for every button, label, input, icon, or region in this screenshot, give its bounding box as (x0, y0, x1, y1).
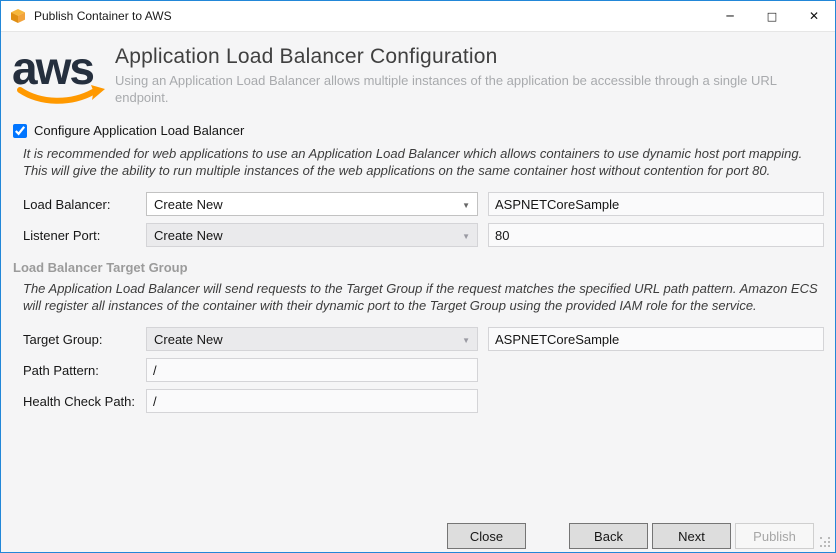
configure-alb-checkbox-row[interactable]: Configure Application Load Balancer (13, 123, 835, 138)
close-button[interactable]: Close (447, 523, 526, 549)
target-group-row: Target Group: Create New ▼ (23, 327, 835, 351)
footer-button-bar: Close Back Next Publish (447, 523, 814, 549)
target-group-name-input[interactable] (488, 327, 824, 351)
chevron-down-icon: ▼ (462, 201, 470, 210)
target-group-combo-value: Create New (154, 332, 223, 347)
publish-container-dialog: Publish Container to AWS ─ □ ✕ aws Appli… (0, 0, 836, 553)
aws-logo: aws (11, 44, 107, 108)
target-group-note: The Application Load Balancer will send … (23, 280, 821, 314)
health-check-path-row: Health Check Path: (23, 389, 835, 413)
target-group-label: Target Group: (23, 332, 146, 347)
listener-port-input[interactable] (488, 223, 824, 247)
path-pattern-label: Path Pattern: (23, 363, 146, 378)
listener-port-row: Listener Port: Create New ▼ (23, 223, 835, 247)
resize-grip[interactable] (819, 536, 831, 548)
minimize-icon[interactable]: ─ (709, 1, 751, 32)
load-balancer-label: Load Balancer: (23, 197, 146, 212)
load-balancer-name-input[interactable] (488, 192, 824, 216)
target-group-combobox: Create New ▼ (146, 327, 478, 351)
configure-alb-label: Configure Application Load Balancer (34, 123, 244, 138)
chevron-down-icon: ▼ (462, 232, 470, 241)
target-group-section-title: Load Balancer Target Group (13, 260, 835, 275)
load-balancer-combo-value: Create New (154, 197, 223, 212)
listener-port-combobox: Create New ▼ (146, 223, 478, 247)
health-check-path-label: Health Check Path: (23, 394, 146, 409)
close-icon[interactable]: ✕ (793, 1, 835, 32)
chevron-down-icon: ▼ (462, 336, 470, 345)
page-title: Application Load Balancer Configuration (115, 45, 815, 69)
listener-port-label: Listener Port: (23, 228, 146, 243)
title-bar: Publish Container to AWS ─ □ ✕ (1, 1, 835, 32)
svg-text:aws: aws (12, 44, 93, 94)
page-subtitle: Using an Application Load Balancer allow… (115, 72, 815, 106)
publish-button: Publish (735, 523, 814, 549)
load-balancer-row: Load Balancer: Create New ▼ (23, 192, 835, 216)
window-title: Publish Container to AWS (34, 9, 172, 23)
listener-port-combo-value: Create New (154, 228, 223, 243)
header: aws Application Load Balancer Configurat… (1, 32, 835, 108)
configure-alb-checkbox[interactable] (13, 124, 27, 138)
load-balancer-combobox[interactable]: Create New ▼ (146, 192, 478, 216)
aws-package-icon (10, 8, 26, 24)
next-button[interactable]: Next (652, 523, 731, 549)
path-pattern-input[interactable] (146, 358, 478, 382)
maximize-icon[interactable]: □ (751, 1, 793, 32)
path-pattern-row: Path Pattern: (23, 358, 835, 382)
health-check-path-input[interactable] (146, 389, 478, 413)
alb-note: It is recommended for web applications t… (23, 145, 821, 179)
back-button[interactable]: Back (569, 523, 648, 549)
